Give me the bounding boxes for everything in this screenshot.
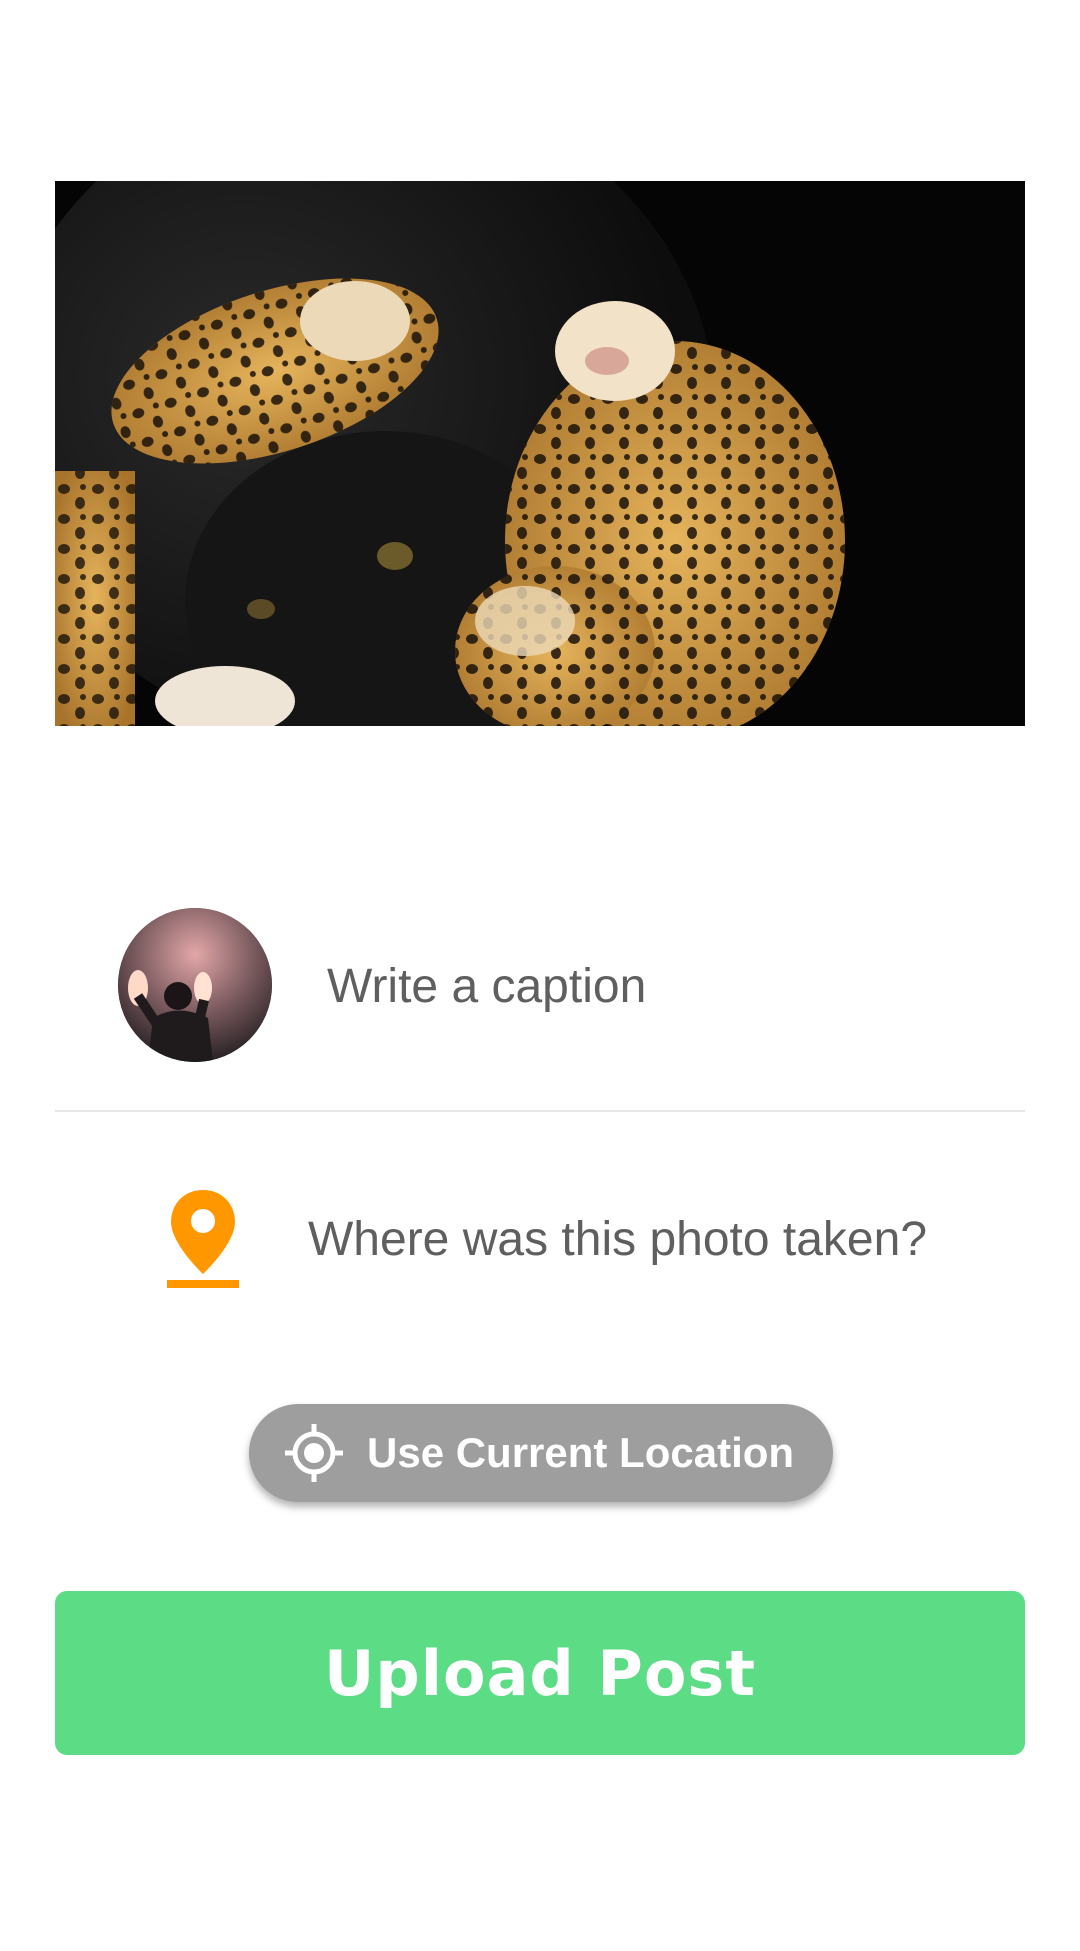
- gps-crosshair-icon: [285, 1424, 343, 1482]
- use-current-location-label: Use Current Location: [367, 1429, 795, 1476]
- user-avatar: [118, 908, 272, 1062]
- location-row: [55, 1170, 1025, 1300]
- use-current-location-button[interactable]: Use Current Location: [249, 1404, 833, 1502]
- divider: [55, 1110, 1025, 1112]
- upload-post-button[interactable]: Upload Post: [55, 1591, 1025, 1755]
- upload-post-label: Upload Post: [324, 1636, 756, 1710]
- caption-input[interactable]: [327, 951, 1007, 1021]
- location-input[interactable]: [308, 1204, 1008, 1274]
- post-image-preview: [55, 181, 1025, 726]
- location-pin-icon: [167, 1190, 239, 1288]
- caption-row: [55, 855, 1025, 1111]
